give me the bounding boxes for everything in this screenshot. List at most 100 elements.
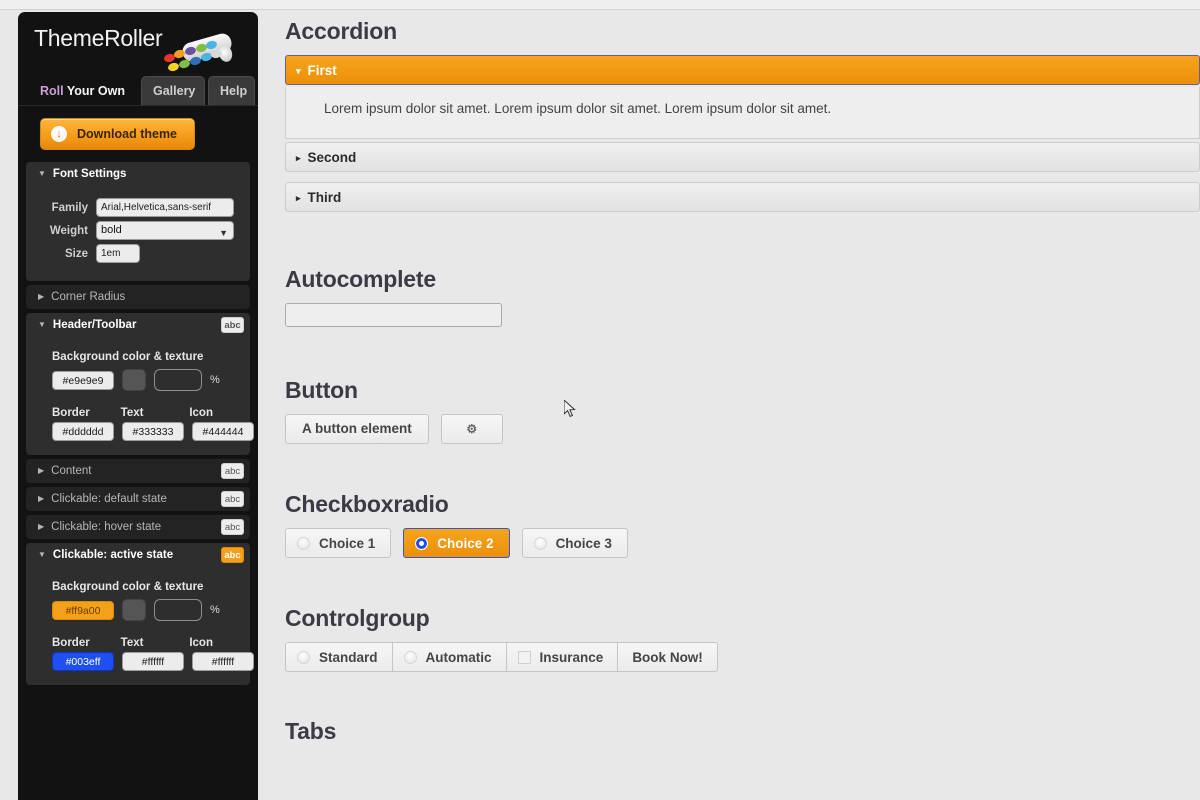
radio-icon: [403, 650, 417, 664]
row-subcolor-values: #003eff #ffffff #ffffff: [26, 652, 254, 671]
controlgroup-radio-standard[interactable]: Standard: [285, 642, 392, 672]
radio-icon: [533, 536, 547, 550]
radio-choice-1[interactable]: Choice 1: [285, 528, 392, 558]
accordion-panel-first: Lorem ipsum dolor sit amet. Lorem ipsum …: [285, 87, 1200, 139]
heading-controlgroup: Controlgroup: [285, 605, 430, 631]
group-corner-radius-header[interactable]: ▶ Corner Radius: [26, 285, 250, 309]
tab-roll-your-own[interactable]: Roll Your Own: [28, 76, 138, 105]
triangle-right-icon: ▸: [296, 193, 301, 203]
field-font-size: Size 1em: [26, 244, 250, 263]
input-active-text-hex[interactable]: #ffffff: [122, 652, 184, 671]
group-clickable-hover: ▶ Clickable: hover state abc: [26, 515, 250, 539]
heading-tabs: Tabs: [285, 718, 337, 744]
gear-icon: ⚙: [466, 422, 478, 436]
label-background-color-texture: Background color & texture: [52, 581, 204, 593]
controlgroup-checkbox-insurance[interactable]: Insurance: [505, 642, 618, 672]
input-active-icon-hex[interactable]: #ffffff: [192, 652, 254, 671]
field-font-weight: Weight bold ▼: [26, 221, 250, 240]
button-row: A button element ⚙: [285, 414, 1200, 444]
tab-help[interactable]: Help: [208, 76, 255, 105]
chevron-down-icon: ▼: [38, 169, 46, 178]
radio-icon: [297, 536, 310, 550]
group-content-header[interactable]: ▶ Content abc: [26, 459, 250, 483]
demo-content: Accordion ▾ First Lorem ipsum dolor sit a…: [268, 10, 1200, 800]
label-border: Border: [52, 637, 90, 649]
group-clickable-default-header[interactable]: ▶ Clickable: default state abc: [26, 487, 250, 511]
accordion-header-first-label: First: [307, 63, 337, 78]
controlgroup-insurance-label: Insurance: [539, 649, 604, 665]
group-clickable-hover-header[interactable]: ▶ Clickable: hover state abc: [26, 515, 250, 539]
controlgroup: Standard Automatic Insurance Book Now!: [285, 642, 1200, 672]
accordion-header-third[interactable]: ▸ Third: [285, 182, 1200, 212]
group-corner-radius-title: Corner Radius: [51, 291, 126, 303]
controlgroup-standard-label: Standard: [319, 649, 378, 665]
group-clickable-default: ▶ Clickable: default state abc: [26, 487, 250, 511]
input-header-border-hex[interactable]: #dddddd: [52, 422, 114, 441]
group-header-toolbar-header[interactable]: ▼ Header/Toolbar abc: [26, 313, 250, 337]
input-header-text-hex[interactable]: #333333: [122, 422, 184, 441]
percent-symbol: %: [210, 374, 220, 386]
accordion-header-first[interactable]: ▾ First: [285, 55, 1200, 85]
group-clickable-active-header[interactable]: ▼ Clickable: active state abc: [26, 543, 250, 567]
abc-preview-badge: abc: [221, 463, 244, 479]
group-header-toolbar: ▼ Header/Toolbar abc Background color & t…: [26, 313, 254, 455]
radio-choice-1-label: Choice 1: [319, 535, 376, 551]
tab-roll-prefix: Roll: [40, 84, 64, 98]
paint-roller-icon: [163, 31, 235, 78]
group-clickable-default-title: Clickable: default state: [51, 493, 167, 505]
percent-symbol: %: [210, 604, 220, 616]
input-header-bg-hex[interactable]: #e9e9e9: [52, 370, 114, 390]
input-font-family[interactable]: Arial,Helvetica,sans-serif: [96, 198, 234, 217]
group-font-settings-header[interactable]: ▼ Font Settings: [26, 162, 250, 186]
group-font-settings: ▼ Font Settings Family Arial,Helvetica,sa…: [26, 162, 250, 281]
texture-opacity-input[interactable]: [154, 599, 202, 621]
input-active-border-hex[interactable]: #003eff: [52, 652, 114, 671]
accordion-header-second[interactable]: ▸ Second: [285, 142, 1200, 172]
row-subcolor-values: #dddddd #333333 #444444: [26, 422, 254, 441]
row-subcolor-labels: Border Text Icon: [26, 637, 250, 649]
radio-choice-2-label: Choice 2: [437, 535, 494, 551]
chevron-right-icon: ▶: [38, 494, 45, 503]
controlgroup-book-now-button[interactable]: Book Now!: [617, 642, 718, 672]
chevron-right-icon: ▶: [38, 466, 45, 475]
input-header-icon-hex[interactable]: #444444: [192, 422, 254, 441]
download-theme-label: Download theme: [77, 127, 178, 141]
checkboxradio-row: Choice 1 Choice 2 Choice 3: [285, 528, 1200, 558]
radio-choice-2[interactable]: Choice 2: [403, 528, 510, 558]
a-button-element[interactable]: A button element: [285, 414, 429, 444]
radio-choice-3[interactable]: Choice 3: [521, 528, 628, 558]
label-weight: Weight: [49, 224, 88, 237]
controlgroup-automatic-label: Automatic: [425, 649, 492, 665]
tab-gallery[interactable]: Gallery: [141, 76, 205, 105]
heading-accordion: Accordion: [285, 18, 397, 44]
texture-opacity-input[interactable]: [154, 369, 202, 391]
label-icon: Icon: [189, 407, 213, 419]
radio-checked-icon: [415, 536, 429, 550]
gear-icon-button[interactable]: ⚙: [440, 414, 503, 444]
controlgroup-radio-automatic[interactable]: Automatic: [391, 642, 506, 672]
select-font-weight-value: bold: [101, 224, 122, 236]
radio-icon: [297, 650, 310, 664]
label-text: Text: [120, 407, 144, 419]
group-header-toolbar-body: Background color & texture #e9e9e9 % Bor…: [26, 337, 254, 455]
triangle-right-icon: ▸: [296, 153, 301, 163]
row-subcolor-labels: Border Text Icon: [26, 407, 250, 419]
label-size: Size: [64, 247, 88, 260]
texture-swatch[interactable]: [122, 369, 146, 391]
color-dots-icon: [163, 39, 230, 78]
tab-roll-suffix: Your Own: [63, 84, 125, 98]
input-font-size[interactable]: 1em: [96, 244, 140, 263]
autocomplete-input[interactable]: [285, 303, 502, 327]
accordion-header-second-label: Second: [307, 150, 357, 165]
download-theme-button[interactable]: ↓ Download theme: [40, 118, 195, 150]
sidebar-logo: ThemeRoller: [18, 12, 258, 74]
sidebar-tabs: Roll Your Own Gallery Help: [18, 76, 258, 106]
label-border: Border: [52, 407, 90, 419]
input-active-bg-hex[interactable]: #ff9a00: [52, 600, 114, 620]
tabs-underline: [18, 105, 258, 106]
chevron-down-icon: ▼: [219, 228, 228, 238]
texture-swatch[interactable]: [122, 599, 146, 621]
row-background-swatches: #e9e9e9 %: [26, 369, 250, 391]
select-font-weight[interactable]: bold ▼: [96, 221, 234, 240]
group-content: ▶ Content abc: [26, 459, 250, 483]
